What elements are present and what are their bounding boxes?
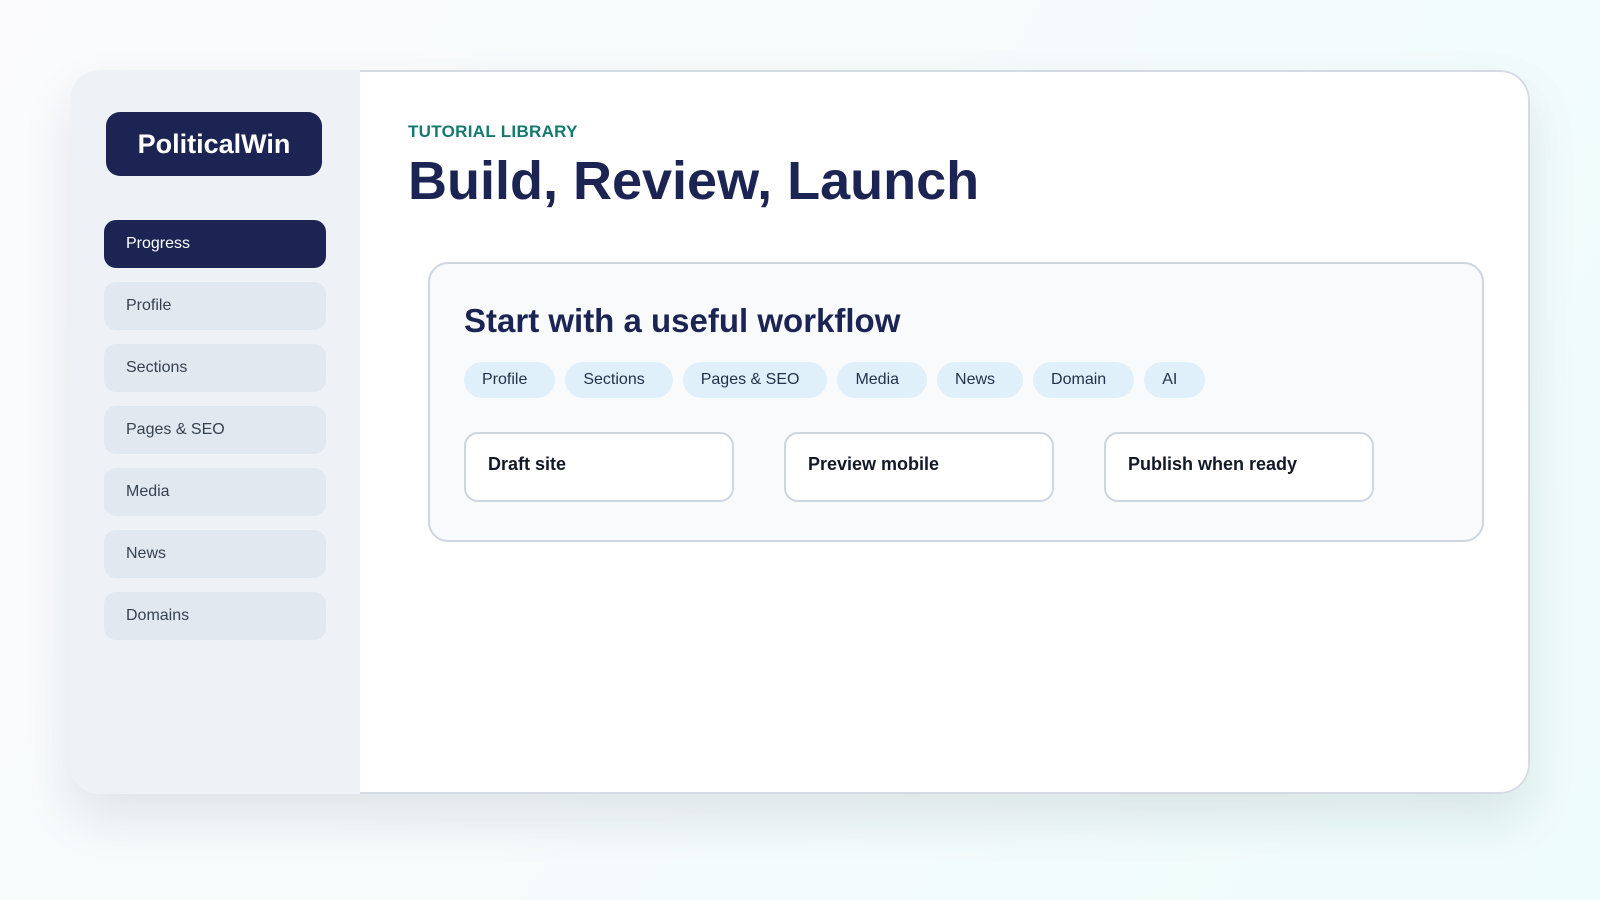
app-window: PoliticalWin Progress Profile Sections P… <box>70 70 1530 794</box>
topic-chips: Profile Sections Pages & SEO Media News … <box>464 362 1206 398</box>
sidebar-nav: Progress Profile Sections Pages & SEO Me… <box>104 220 326 654</box>
sidebar-item-domains[interactable]: Domains <box>104 592 326 640</box>
page-title: Build, Review, Launch <box>408 151 980 211</box>
section-eyebrow: TUTORIAL LIBRARY <box>408 122 578 141</box>
step-publish[interactable]: Publish when ready <box>1104 432 1374 502</box>
sidebar-item-profile[interactable]: Profile <box>104 282 326 330</box>
sidebar-item-media[interactable]: Media <box>104 468 326 516</box>
chip-pages-seo[interactable]: Pages & SEO <box>682 362 828 398</box>
sidebar-item-pages-seo[interactable]: Pages & SEO <box>104 406 326 454</box>
sidebar-item-progress[interactable]: Progress <box>104 220 326 268</box>
chip-domain[interactable]: Domain <box>1033 362 1135 398</box>
chip-media[interactable]: Media <box>837 362 928 398</box>
chip-sections[interactable]: Sections <box>565 362 673 398</box>
chip-profile[interactable]: Profile <box>464 362 556 398</box>
brand-logo[interactable]: PoliticalWin <box>106 112 322 176</box>
main-content: TUTORIAL LIBRARY Build, Review, Launch S… <box>360 70 1530 794</box>
chip-news[interactable]: News <box>937 362 1024 398</box>
sidebar: PoliticalWin Progress Profile Sections P… <box>70 70 360 794</box>
step-preview-mobile[interactable]: Preview mobile <box>784 432 1054 502</box>
workflow-card: Start with a useful workflow Profile Sec… <box>428 262 1484 542</box>
chip-ai[interactable]: AI <box>1144 362 1206 398</box>
workflow-title: Start with a useful workflow <box>464 302 901 339</box>
sidebar-item-news[interactable]: News <box>104 530 326 578</box>
step-draft-site[interactable]: Draft site <box>464 432 734 502</box>
sidebar-item-sections[interactable]: Sections <box>104 344 326 392</box>
workflow-steps: Draft site Preview mobile Publish when r… <box>464 432 1374 502</box>
